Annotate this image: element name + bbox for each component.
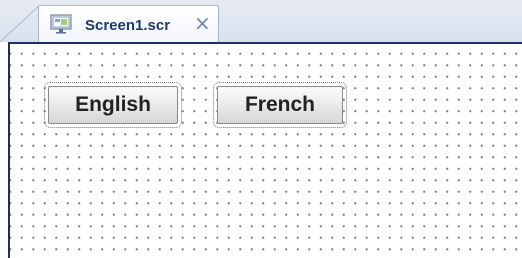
screen-design-canvas[interactable] [8,42,522,258]
tab-strip-edge [0,5,40,42]
tab-title: Screen1.scr [85,17,171,34]
english-button[interactable]: English [44,82,182,128]
document-tab-strip: Screen1.scr × [0,0,522,42]
close-icon[interactable]: × [194,13,211,33]
french-button[interactable]: French [213,82,347,128]
tab-screen1[interactable]: Screen1.scr × [38,5,219,42]
screen-icon [50,14,72,34]
